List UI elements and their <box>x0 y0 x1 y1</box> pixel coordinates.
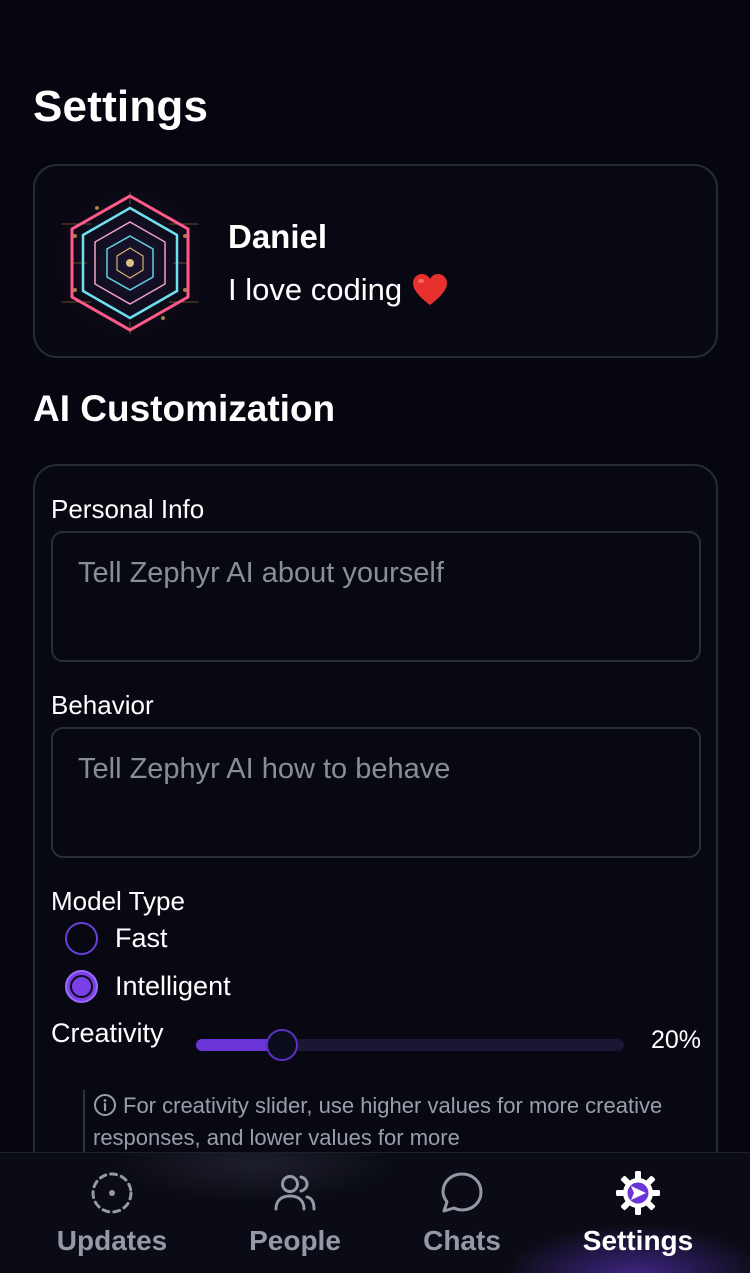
section-title-ai-customization: AI Customization <box>33 388 336 429</box>
model-type-option-fast[interactable]: Fast <box>65 922 168 955</box>
nav-item-updates[interactable]: Updates <box>32 1169 192 1257</box>
personal-info-label: Personal Info <box>51 494 205 524</box>
profile-name: Daniel <box>228 218 328 255</box>
radio-label-fast: Fast <box>115 923 168 953</box>
model-type-option-intelligent[interactable]: Intelligent <box>65 970 231 1003</box>
nav-item-people[interactable]: People <box>215 1169 375 1257</box>
behavior-input[interactable] <box>51 727 701 858</box>
creativity-value: 20% <box>650 1026 701 1054</box>
nav-item-settings[interactable]: Settings <box>558 1169 718 1257</box>
info-icon <box>94 1094 116 1116</box>
page-title: Settings <box>33 82 209 131</box>
creativity-slider-thumb[interactable] <box>265 1029 298 1061</box>
nav-item-chats[interactable]: Chats <box>382 1169 542 1257</box>
personal-info-input[interactable] <box>51 531 701 662</box>
nav-label-people: People <box>249 1225 341 1256</box>
behavior-label: Behavior <box>51 690 154 720</box>
avatar <box>51 184 209 342</box>
creativity-slider-row: Creativity 20% <box>51 1018 701 1061</box>
nav-label-settings: Settings <box>582 1225 694 1256</box>
people-icon <box>274 1175 316 1211</box>
creativity-slider-track[interactable] <box>196 1029 624 1061</box>
info-note-text: For creativity slider, use higher values… <box>93 1093 663 1150</box>
profile-bio: I love coding <box>228 272 448 308</box>
radio-button-fast[interactable] <box>65 922 98 955</box>
creativity-info-note: For creativity slider, use higher values… <box>83 1090 673 1154</box>
nav-label-chats: Chats <box>423 1225 501 1256</box>
ai-customization-card: Personal Info Behavior Model Type Fast I… <box>33 464 718 1224</box>
updates-icon <box>91 1172 133 1214</box>
avatar-hexagon-image <box>51 184 209 342</box>
settings-gear-icon <box>616 1171 660 1215</box>
radio-button-intelligent[interactable] <box>65 970 98 1003</box>
heart-icon <box>413 274 448 305</box>
model-type-label: Model Type <box>51 886 185 916</box>
creativity-label: Creativity <box>51 1018 164 1048</box>
nav-label-updates: Updates <box>56 1225 168 1256</box>
chat-icon <box>441 1172 483 1213</box>
radio-label-intelligent: Intelligent <box>115 971 231 1001</box>
settings-screen: Settings Daniel I love coding AI Customi… <box>0 0 750 1273</box>
profile-card[interactable]: Daniel I love coding <box>33 164 718 358</box>
bottom-navigation: Updates People Chats Settings <box>0 1152 750 1273</box>
profile-bio-text: I love coding <box>228 272 403 307</box>
